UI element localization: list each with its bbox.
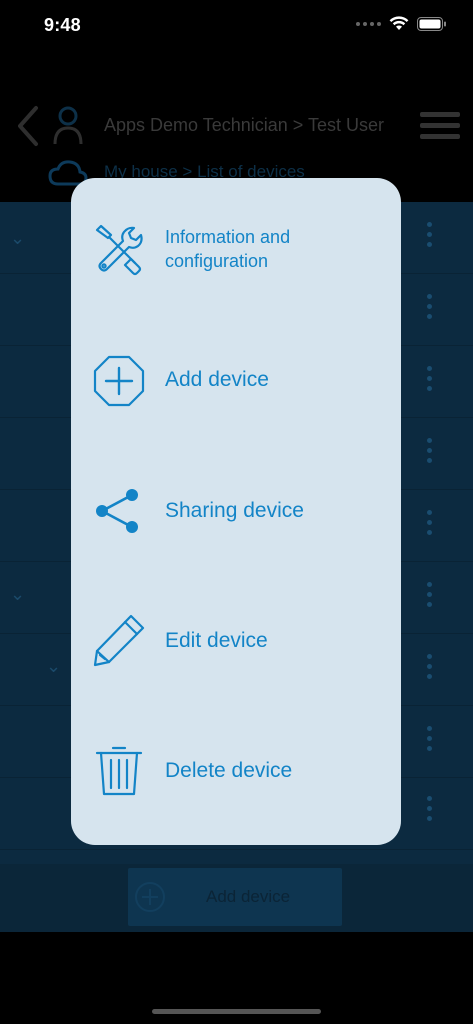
more-options-icon <box>427 796 433 826</box>
more-options-icon <box>427 654 433 684</box>
menu-item-label: Add device <box>165 368 269 391</box>
cellular-signal-icon <box>356 21 381 26</box>
chevron-down-icon: ⌄ <box>10 584 26 604</box>
more-options-icon <box>427 222 433 252</box>
menu-item-add-device[interactable]: Add device <box>71 326 401 436</box>
share-icon <box>96 489 138 533</box>
add-device-footer-button[interactable]: Add device <box>128 868 342 926</box>
add-circle-icon <box>135 882 165 912</box>
pencil-icon <box>93 614 145 667</box>
status-time: 9:48 <box>44 15 81 35</box>
menu-item-delete-device[interactable]: Delete device <box>71 716 401 826</box>
more-options-icon <box>427 294 433 324</box>
add-octagon-icon <box>93 355 145 407</box>
menu-item-edit-device[interactable]: Edit device <box>71 586 401 696</box>
menu-item-label: Delete device <box>165 759 293 782</box>
trash-icon <box>95 746 143 796</box>
more-options-icon <box>427 438 433 468</box>
more-options-icon <box>427 510 433 540</box>
menu-item-label: configuration <box>165 251 269 271</box>
add-device-footer-label: Add device <box>206 887 291 906</box>
status-icons <box>356 16 447 31</box>
more-options-icon <box>427 366 433 396</box>
hamburger-menu-icon[interactable] <box>420 110 460 142</box>
menu-item-information-configuration[interactable]: Information and configuration <box>71 198 401 308</box>
user-icon[interactable] <box>52 106 84 146</box>
more-options-icon <box>427 582 433 612</box>
wifi-icon <box>389 16 409 30</box>
battery-icon <box>417 16 446 31</box>
device-action-menu: Information and configuration Add device… <box>71 178 401 845</box>
status-bar: 9:48 <box>0 0 473 52</box>
home-indicator[interactable] <box>152 1009 321 1014</box>
chevron-down-icon: ⌄ <box>10 228 26 248</box>
menu-item-sharing-device[interactable]: Sharing device <box>71 456 401 566</box>
chevron-down-icon: ⌄ <box>46 656 62 676</box>
menu-item-label: Edit device <box>165 629 268 652</box>
breadcrumb: Apps Demo Technician > Test User <box>104 115 384 135</box>
back-arrow-icon[interactable] <box>14 104 40 148</box>
menu-item-label: Information and <box>165 227 291 247</box>
more-options-icon <box>427 726 433 756</box>
tools-icon <box>95 224 143 276</box>
menu-item-label: Sharing device <box>165 499 304 522</box>
